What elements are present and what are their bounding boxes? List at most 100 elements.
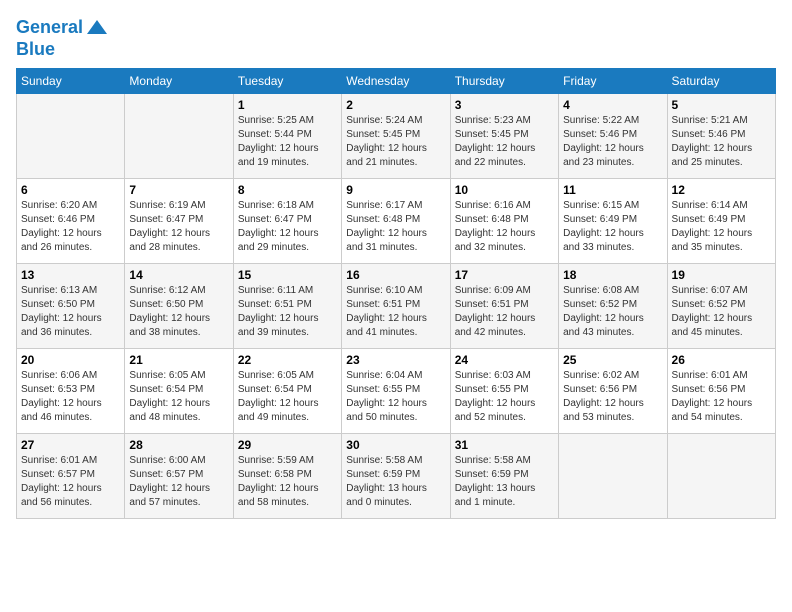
calendar-week-row: 20Sunrise: 6:06 AMSunset: 6:53 PMDayligh… bbox=[17, 348, 776, 433]
day-number: 15 bbox=[238, 268, 337, 282]
day-number: 27 bbox=[21, 438, 120, 452]
day-number: 23 bbox=[346, 353, 445, 367]
weekday-header-sunday: Sunday bbox=[17, 68, 125, 93]
day-content: Sunrise: 6:09 AMSunset: 6:51 PMDaylight:… bbox=[455, 284, 554, 340]
calendar-cell: 30 Sunrise: 5:58 AMSunset: 6:59 PMDayligh… bbox=[342, 433, 450, 518]
day-number: 9 bbox=[346, 183, 445, 197]
day-content: Sunrise: 6:15 AMSunset: 6:49 PMDaylight:… bbox=[563, 199, 662, 255]
calendar-cell bbox=[125, 93, 233, 178]
calendar-cell: 2 Sunrise: 5:24 AMSunset: 5:45 PMDaylight… bbox=[342, 93, 450, 178]
calendar-cell: 9 Sunrise: 6:17 AMSunset: 6:48 PMDaylight… bbox=[342, 178, 450, 263]
day-content: Sunrise: 5:22 AMSunset: 5:46 PMDaylight:… bbox=[563, 114, 662, 170]
page-header: General Blue bbox=[16, 16, 776, 60]
day-number: 10 bbox=[455, 183, 554, 197]
day-content: Sunrise: 6:05 AMSunset: 6:54 PMDaylight:… bbox=[129, 369, 228, 425]
day-content: Sunrise: 6:17 AMSunset: 6:48 PMDaylight:… bbox=[346, 199, 445, 255]
day-number: 29 bbox=[238, 438, 337, 452]
calendar-cell: 10 Sunrise: 6:16 AMSunset: 6:48 PMDayligh… bbox=[450, 178, 558, 263]
calendar-cell: 21 Sunrise: 6:05 AMSunset: 6:54 PMDayligh… bbox=[125, 348, 233, 433]
day-number: 24 bbox=[455, 353, 554, 367]
day-number: 30 bbox=[346, 438, 445, 452]
day-number: 17 bbox=[455, 268, 554, 282]
logo: General Blue bbox=[16, 16, 109, 60]
calendar-cell: 13 Sunrise: 6:13 AMSunset: 6:50 PMDayligh… bbox=[17, 263, 125, 348]
weekday-header-friday: Friday bbox=[559, 68, 667, 93]
day-number: 19 bbox=[672, 268, 771, 282]
day-content: Sunrise: 6:01 AMSunset: 6:56 PMDaylight:… bbox=[672, 369, 771, 425]
day-content: Sunrise: 6:07 AMSunset: 6:52 PMDaylight:… bbox=[672, 284, 771, 340]
day-number: 6 bbox=[21, 183, 120, 197]
calendar-cell bbox=[17, 93, 125, 178]
day-number: 1 bbox=[238, 98, 337, 112]
day-number: 11 bbox=[563, 183, 662, 197]
day-content: Sunrise: 6:10 AMSunset: 6:51 PMDaylight:… bbox=[346, 284, 445, 340]
calendar-cell: 22 Sunrise: 6:05 AMSunset: 6:54 PMDayligh… bbox=[233, 348, 341, 433]
day-number: 12 bbox=[672, 183, 771, 197]
day-content: Sunrise: 6:04 AMSunset: 6:55 PMDaylight:… bbox=[346, 369, 445, 425]
calendar-cell: 4Sunrise: 5:22 AMSunset: 5:46 PMDaylight… bbox=[559, 93, 667, 178]
calendar-cell: 26 Sunrise: 6:01 AMSunset: 6:56 PMDayligh… bbox=[667, 348, 775, 433]
day-content: Sunrise: 5:21 AMSunset: 5:46 PMDaylight:… bbox=[672, 114, 771, 170]
day-content: Sunrise: 5:58 AMSunset: 6:59 PMDaylight:… bbox=[346, 454, 445, 510]
calendar-cell: 29Sunrise: 5:59 AMSunset: 6:58 PMDayligh… bbox=[233, 433, 341, 518]
weekday-header-saturday: Saturday bbox=[667, 68, 775, 93]
calendar-cell: 6 Sunrise: 6:20 AMSunset: 6:46 PMDaylight… bbox=[17, 178, 125, 263]
calendar-cell: 19 Sunrise: 6:07 AMSunset: 6:52 PMDayligh… bbox=[667, 263, 775, 348]
day-content: Sunrise: 5:58 AMSunset: 6:59 PMDaylight:… bbox=[455, 454, 554, 510]
day-number: 13 bbox=[21, 268, 120, 282]
day-content: Sunrise: 6:02 AMSunset: 6:56 PMDaylight:… bbox=[563, 369, 662, 425]
weekday-header-thursday: Thursday bbox=[450, 68, 558, 93]
calendar-cell: 23 Sunrise: 6:04 AMSunset: 6:55 PMDayligh… bbox=[342, 348, 450, 433]
day-number: 25 bbox=[563, 353, 662, 367]
day-number: 16 bbox=[346, 268, 445, 282]
day-content: Sunrise: 5:24 AMSunset: 5:45 PMDaylight:… bbox=[346, 114, 445, 170]
calendar-cell: 14Sunrise: 6:12 AMSunset: 6:50 PMDayligh… bbox=[125, 263, 233, 348]
calendar-cell: 31 Sunrise: 5:58 AMSunset: 6:59 PMDayligh… bbox=[450, 433, 558, 518]
calendar-cell: 11 Sunrise: 6:15 AMSunset: 6:49 PMDayligh… bbox=[559, 178, 667, 263]
day-content: Sunrise: 5:23 AMSunset: 5:45 PMDaylight:… bbox=[455, 114, 554, 170]
day-content: Sunrise: 6:20 AMSunset: 6:46 PMDaylight:… bbox=[21, 199, 120, 255]
calendar-cell: 12 Sunrise: 6:14 AMSunset: 6:49 PMDayligh… bbox=[667, 178, 775, 263]
calendar-cell: 24 Sunrise: 6:03 AMSunset: 6:55 PMDayligh… bbox=[450, 348, 558, 433]
day-number: 18 bbox=[563, 268, 662, 282]
day-content: Sunrise: 6:05 AMSunset: 6:54 PMDaylight:… bbox=[238, 369, 337, 425]
day-number: 8 bbox=[238, 183, 337, 197]
weekday-header-row: SundayMondayTuesdayWednesdayThursdayFrid… bbox=[17, 68, 776, 93]
day-number: 21 bbox=[129, 353, 228, 367]
day-content: Sunrise: 6:13 AMSunset: 6:50 PMDaylight:… bbox=[21, 284, 120, 340]
day-number: 22 bbox=[238, 353, 337, 367]
day-content: Sunrise: 6:08 AMSunset: 6:52 PMDaylight:… bbox=[563, 284, 662, 340]
calendar-cell: 3 Sunrise: 5:23 AMSunset: 5:45 PMDaylight… bbox=[450, 93, 558, 178]
calendar-cell: 16 Sunrise: 6:10 AMSunset: 6:51 PMDayligh… bbox=[342, 263, 450, 348]
calendar-cell bbox=[559, 433, 667, 518]
calendar-cell: 20Sunrise: 6:06 AMSunset: 6:53 PMDayligh… bbox=[17, 348, 125, 433]
calendar-cell bbox=[667, 433, 775, 518]
day-number: 26 bbox=[672, 353, 771, 367]
day-content: Sunrise: 6:18 AMSunset: 6:47 PMDaylight:… bbox=[238, 199, 337, 255]
weekday-header-tuesday: Tuesday bbox=[233, 68, 341, 93]
calendar-cell: 27 Sunrise: 6:01 AMSunset: 6:57 PMDayligh… bbox=[17, 433, 125, 518]
day-number: 5 bbox=[672, 98, 771, 112]
weekday-header-monday: Monday bbox=[125, 68, 233, 93]
calendar-cell: 8 Sunrise: 6:18 AMSunset: 6:47 PMDaylight… bbox=[233, 178, 341, 263]
day-content: Sunrise: 6:01 AMSunset: 6:57 PMDaylight:… bbox=[21, 454, 120, 510]
day-number: 28 bbox=[129, 438, 228, 452]
day-content: Sunrise: 6:06 AMSunset: 6:53 PMDaylight:… bbox=[21, 369, 120, 425]
calendar-week-row: 6 Sunrise: 6:20 AMSunset: 6:46 PMDaylight… bbox=[17, 178, 776, 263]
day-number: 2 bbox=[346, 98, 445, 112]
day-content: Sunrise: 6:14 AMSunset: 6:49 PMDaylight:… bbox=[672, 199, 771, 255]
calendar-table: SundayMondayTuesdayWednesdayThursdayFrid… bbox=[16, 68, 776, 519]
calendar-week-row: 27 Sunrise: 6:01 AMSunset: 6:57 PMDayligh… bbox=[17, 433, 776, 518]
calendar-cell: 15 Sunrise: 6:11 AMSunset: 6:51 PMDayligh… bbox=[233, 263, 341, 348]
day-content: Sunrise: 5:25 AMSunset: 5:44 PMDaylight:… bbox=[238, 114, 337, 170]
day-content: Sunrise: 6:16 AMSunset: 6:48 PMDaylight:… bbox=[455, 199, 554, 255]
day-content: Sunrise: 6:03 AMSunset: 6:55 PMDaylight:… bbox=[455, 369, 554, 425]
calendar-cell: 7Sunrise: 6:19 AMSunset: 6:47 PMDaylight… bbox=[125, 178, 233, 263]
day-content: Sunrise: 6:11 AMSunset: 6:51 PMDaylight:… bbox=[238, 284, 337, 340]
day-number: 31 bbox=[455, 438, 554, 452]
day-number: 7 bbox=[129, 183, 228, 197]
calendar-week-row: 13 Sunrise: 6:13 AMSunset: 6:50 PMDayligh… bbox=[17, 263, 776, 348]
calendar-cell: 28Sunrise: 6:00 AMSunset: 6:57 PMDayligh… bbox=[125, 433, 233, 518]
calendar-cell: 18 Sunrise: 6:08 AMSunset: 6:52 PMDayligh… bbox=[559, 263, 667, 348]
day-number: 3 bbox=[455, 98, 554, 112]
